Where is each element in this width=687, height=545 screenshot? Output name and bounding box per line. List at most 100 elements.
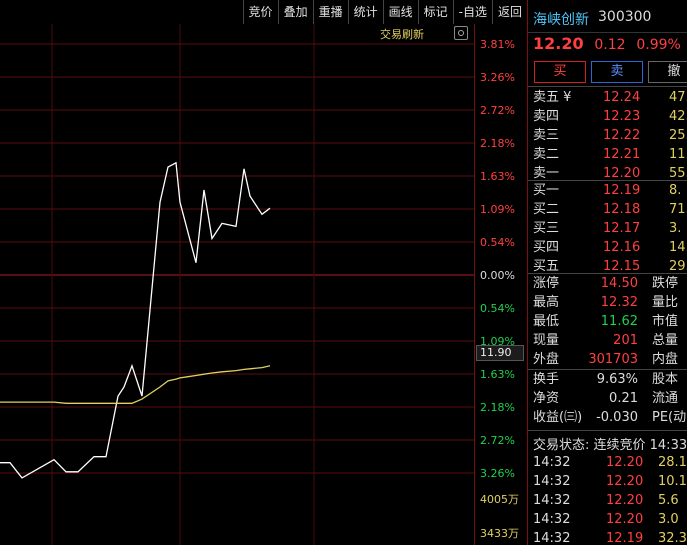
toolbar-button[interactable]: 竞价: [242, 0, 278, 24]
ask-price: 12.21: [603, 147, 641, 162]
tick-price: 12.20: [606, 474, 644, 489]
stat-row: 涨停 14.50 跌停: [528, 274, 687, 293]
tick-row: 14:32 12.20 3.0: [528, 510, 687, 529]
tick-list[interactable]: 14:32 12.20 28.1 14:32 12.20 10.1 14:32 12.20 5.…: [528, 453, 687, 545]
stat-value: 301703: [588, 352, 638, 367]
stat-label: 现量: [533, 333, 560, 348]
tick-price: 12.20: [606, 512, 644, 527]
bid-row[interactable]: 买三 12.17 3.: [528, 219, 687, 238]
stat-row: 外盘 301703 内盘: [528, 350, 687, 369]
price-plot[interactable]: [0, 24, 474, 545]
ask-level-label: 卖五 ¥: [533, 90, 572, 105]
ask-row[interactable]: 卖五 ¥ 12.24 47.: [528, 88, 687, 107]
tick-price: 12.20: [606, 455, 644, 470]
price-axis-label: 2.18%: [480, 401, 515, 414]
last-price: 12.20: [533, 34, 584, 53]
volume-axis-label: 4005万: [480, 493, 519, 506]
price-axis-label: 1.63%: [480, 170, 515, 183]
buy-button[interactable]: 买: [534, 61, 586, 83]
bid-price: 12.16: [603, 240, 641, 255]
stat-value: 0.21: [609, 391, 638, 406]
price-axis-label: 1.63%: [480, 368, 515, 381]
stat-row: 最低 11.62 市值: [528, 312, 687, 331]
bid-row[interactable]: 买二 12.18 71.: [528, 200, 687, 219]
stock-name[interactable]: 海峡创新: [533, 9, 589, 29]
intraday-chart[interactable]: 竞价 叠加 重播 统计 画线 标记 -自选 返回 交易刷新 3.81% 3.26% 2.72% 2.…: [0, 0, 527, 545]
stats-block-2: 换手 9.63% 股本 净资 0.21 流通 收益(㈢) -0.030 PE(动: [528, 370, 687, 427]
tick-time: 14:32: [533, 531, 571, 545]
tick-row: 14:32 12.20 5.6: [528, 491, 687, 510]
bid-level-label: 买四: [533, 240, 560, 255]
divider: [528, 430, 687, 431]
tick-volume: 5.6: [658, 493, 679, 508]
sell-button[interactable]: 卖: [591, 61, 643, 83]
price-axis-label: 2.18%: [480, 137, 515, 150]
ask-row[interactable]: 卖二 12.21 11.: [528, 145, 687, 164]
bid-price: 12.18: [603, 202, 641, 217]
tick-row: 14:32 12.19 32.3: [528, 529, 687, 545]
price-axis-label: 0.00%: [480, 269, 515, 282]
ask-volume: 11.: [669, 147, 687, 162]
bid-volume: 71.: [669, 202, 687, 217]
price-change: 0.12: [594, 37, 626, 53]
stat-label: PE(动: [652, 410, 687, 425]
bid-book: 买一12.198.买二12.1871.买三12.173.买四12.1614.买五…: [528, 181, 687, 276]
stat-row: 收益(㈢) -0.030 PE(动: [528, 408, 687, 427]
quote-panel: 海峡创新 300300 12.20 0.12 0.99% 买 卖 撤 卖五 ¥ 1…: [527, 0, 687, 545]
ask-row[interactable]: 卖三 12.22 25.: [528, 126, 687, 145]
ask-row[interactable]: 卖四 12.23 42.: [528, 107, 687, 126]
stat-row: 净资 0.21 流通: [528, 389, 687, 408]
stat-row: 换手 9.63% 股本: [528, 370, 687, 389]
stock-header: 海峡创新 300300: [528, 0, 687, 33]
bid-row[interactable]: 买一 12.19 8.: [528, 181, 687, 200]
price-axis-label: 1.09%: [480, 203, 515, 216]
bid-level-label: 买一: [533, 183, 560, 198]
toolbar-button[interactable]: 返回: [491, 0, 527, 24]
tick-time: 14:32: [533, 512, 571, 527]
price-axis-label: 2.72%: [480, 434, 515, 447]
toolbar-button[interactable]: 画线: [382, 0, 418, 24]
bid-price: 12.17: [603, 221, 641, 236]
stat-label: 收益(㈢): [533, 410, 583, 425]
price-axis-label: 0.54%: [480, 302, 515, 315]
stat-value: 12.32: [600, 295, 638, 310]
toolbar-button[interactable]: 统计: [347, 0, 383, 24]
cancel-button[interactable]: 撤: [648, 61, 687, 83]
stat-label: 流通: [652, 391, 679, 406]
quote-line: 12.20 0.12 0.99%: [533, 34, 687, 53]
ask-volume: 42.: [669, 109, 687, 124]
bid-row[interactable]: 买四 12.16 14.: [528, 238, 687, 257]
price-change-percent: 0.99%: [636, 37, 681, 53]
stat-label: 外盘: [533, 352, 560, 367]
price-axis-label: 0.54%: [480, 236, 515, 249]
stat-row: 现量 201 总量: [528, 331, 687, 350]
stat-value: 9.63%: [596, 372, 638, 387]
tick-volume: 10.1: [658, 474, 687, 489]
stat-label: 最低: [533, 314, 560, 329]
stat-label: 换手: [533, 372, 560, 387]
ask-level-label: 卖三: [533, 128, 560, 143]
ask-volume: 47.: [669, 90, 687, 105]
bid-volume: 8.: [669, 183, 682, 198]
ask-price: 12.24: [603, 90, 641, 105]
stats-block-1: 涨停 14.50 跌停 最高 12.32 量比 最低 11.62 市值 现量 201 总量 外盘 3017…: [528, 274, 687, 369]
average-price-line: [0, 365, 271, 404]
stat-value: 11.62: [600, 314, 638, 329]
stat-label: 量比: [652, 295, 679, 310]
price-axis-label: 3.81%: [480, 38, 515, 51]
bid-volume: 14.: [669, 240, 687, 255]
bid-level-label: 买三: [533, 221, 560, 236]
toolbar-button[interactable]: 标记: [417, 0, 453, 24]
tick-volume: 3.0: [658, 512, 679, 527]
trade-buttons: 买 卖 撤: [534, 61, 687, 83]
price-axis-label: 3.26%: [480, 71, 515, 84]
divider: [528, 86, 687, 87]
toolbar-button[interactable]: 重播: [312, 0, 348, 24]
current-price-flag: 11.90: [476, 345, 524, 361]
toolbar-button[interactable]: -自选: [452, 0, 492, 24]
ask-price: 12.22: [603, 128, 641, 143]
bid-volume: 3.: [669, 221, 682, 236]
volume-axis-label: 3433万: [480, 527, 519, 540]
toolbar-button[interactable]: 叠加: [277, 0, 313, 24]
tick-row: 14:32 12.20 10.1: [528, 472, 687, 491]
